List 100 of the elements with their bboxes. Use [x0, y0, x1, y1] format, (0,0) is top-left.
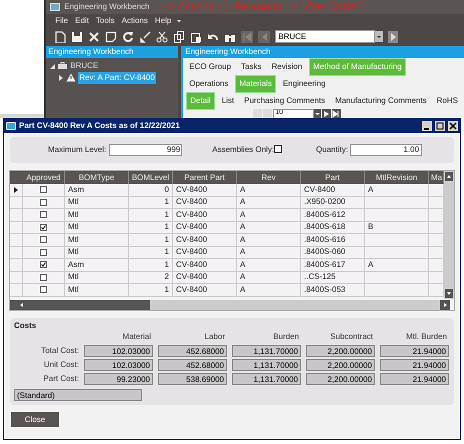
search-field[interactable]: BRUCE	[275, 30, 376, 43]
table-cell: A	[237, 209, 301, 220]
table-cell: A	[237, 184, 301, 196]
dropdown-icon[interactable]	[314, 109, 322, 118]
expanded-arrow-icon[interactable]	[50, 62, 56, 68]
table-cell: CV-8400	[173, 284, 237, 296]
checkbox[interactable]	[40, 236, 47, 244]
tab[interactable]: Purchasing Comments	[241, 92, 328, 108]
horizontal-scrollbar[interactable]	[10, 300, 450, 310]
table-cell: Asm	[65, 184, 129, 196]
tree-item[interactable]: BRUCE	[69, 60, 100, 72]
readonly-field: 2,200.00000	[306, 359, 375, 371]
checkbox[interactable]	[40, 261, 47, 268]
maximize-icon[interactable]	[435, 121, 445, 131]
table-cell: A	[237, 222, 301, 233]
overflow-icon[interactable]	[177, 18, 182, 22]
table-cell: CV-8400	[173, 209, 237, 220]
new-document-icon[interactable]	[54, 30, 66, 42]
vertical-scrollbar[interactable]	[444, 171, 454, 299]
checkbox[interactable]	[40, 286, 47, 294]
readonly-field: 2,200.00000	[306, 373, 375, 385]
tab[interactable]: Revision	[268, 59, 306, 75]
menu-item[interactable]: Edit	[74, 14, 90, 26]
maximum-level-field[interactable]: 999	[109, 144, 182, 156]
checkbox[interactable]	[274, 144, 282, 152]
save-icon[interactable]	[71, 30, 84, 42]
menu-item[interactable]: File	[54, 14, 70, 26]
table-cell: 1	[129, 209, 173, 220]
checkbox[interactable]	[40, 248, 47, 256]
column-header[interactable]: BOMLevel	[129, 171, 173, 184]
table-cell: A	[237, 246, 301, 258]
readonly-field: 1,131.70000	[232, 359, 301, 371]
column-header: Subcontract	[329, 331, 374, 343]
readonly-field: 538.69000	[158, 373, 227, 385]
table-cell: .8400S-617	[301, 259, 365, 270]
checkbox[interactable]	[40, 211, 47, 218]
readonly-field: 1,131.70000	[232, 345, 301, 357]
tab[interactable]: List	[218, 92, 238, 108]
next-record-icon[interactable]	[322, 109, 332, 118]
readonly-field: (Standard)	[14, 389, 142, 401]
table-cell: 1	[129, 284, 173, 296]
column-header[interactable]: Rev	[237, 171, 301, 184]
tab[interactable]: ECO Group	[186, 59, 234, 75]
table-cell: Mtl	[65, 272, 129, 283]
tab[interactable]: Operations	[186, 76, 232, 92]
checkbox[interactable]	[40, 224, 47, 231]
table-cell: .8400S-053	[301, 284, 365, 296]
copy-icon[interactable]	[173, 30, 186, 42]
collapsed-arrow-icon[interactable]	[58, 74, 64, 80]
check-icon	[41, 224, 46, 230]
table-cell: 1	[129, 222, 173, 233]
dropdown-icon[interactable]	[375, 31, 384, 42]
section-title: Costs	[14, 320, 36, 332]
column-header[interactable]: MtlRevision	[365, 171, 429, 184]
tab[interactable]: Tasks	[238, 59, 264, 75]
cut-icon[interactable]	[156, 30, 168, 42]
readonly-field: 102.03000	[84, 359, 153, 371]
column-header[interactable]: Approved	[23, 171, 65, 184]
table-cell: A	[365, 259, 429, 270]
refresh-icon[interactable]	[122, 30, 134, 42]
tab[interactable]: RoHS	[434, 92, 461, 108]
table-cell: A	[237, 196, 301, 208]
paste-icon[interactable]	[190, 30, 202, 42]
field-label: Assemblies Only:	[212, 144, 274, 156]
checkbox[interactable]	[40, 198, 47, 206]
table-cell: CV-8400	[173, 196, 237, 208]
last-record-icon[interactable]	[332, 109, 342, 118]
note-icon[interactable]	[105, 30, 118, 42]
annotation-text: --> Actions --> Revisions --> View Costs?	[161, 0, 362, 15]
app-window-icon	[50, 3, 60, 11]
column-header: Mtl. Burden	[405, 331, 448, 343]
readonly-field: 21.94000	[380, 359, 449, 371]
quantity-field[interactable]: 1.00	[350, 144, 422, 156]
checkbox[interactable]	[40, 186, 47, 194]
minimize-icon[interactable]	[422, 121, 432, 131]
menu-item[interactable]: Actions	[120, 14, 149, 26]
column-header[interactable]: Part	[301, 171, 365, 184]
table-cell: .8400S-618	[301, 222, 365, 233]
column-header[interactable]: BOMType	[65, 171, 129, 184]
briefcase-icon	[58, 62, 68, 69]
table-cell: CV-8400	[173, 259, 237, 270]
checkbox[interactable]	[40, 274, 47, 281]
close-icon[interactable]	[448, 121, 458, 131]
tab[interactable]: Manufacturing Comments	[332, 92, 430, 108]
table-cell: 0	[129, 184, 173, 196]
next-record-icon[interactable]	[388, 30, 398, 42]
window-title: Engineering Workbench	[64, 1, 150, 13]
menu-item[interactable]: Help	[154, 14, 172, 26]
table-cell: CV-8400	[173, 272, 237, 283]
column-header[interactable]: Parent Part	[173, 171, 237, 184]
tab[interactable]: Engineering	[280, 76, 329, 92]
close-button[interactable]: Close	[11, 412, 59, 427]
readonly-field: 1,131.70000	[232, 373, 301, 385]
table-cell: CV-8400	[173, 246, 237, 258]
menu-item[interactable]: Tools	[94, 14, 116, 26]
field-label: Unit Cost:	[42, 359, 79, 371]
column-header: Labor	[204, 331, 226, 343]
table-cell: .8400S-616	[301, 234, 365, 246]
table-cell: 1	[129, 234, 173, 246]
delete-icon[interactable]	[88, 30, 100, 42]
